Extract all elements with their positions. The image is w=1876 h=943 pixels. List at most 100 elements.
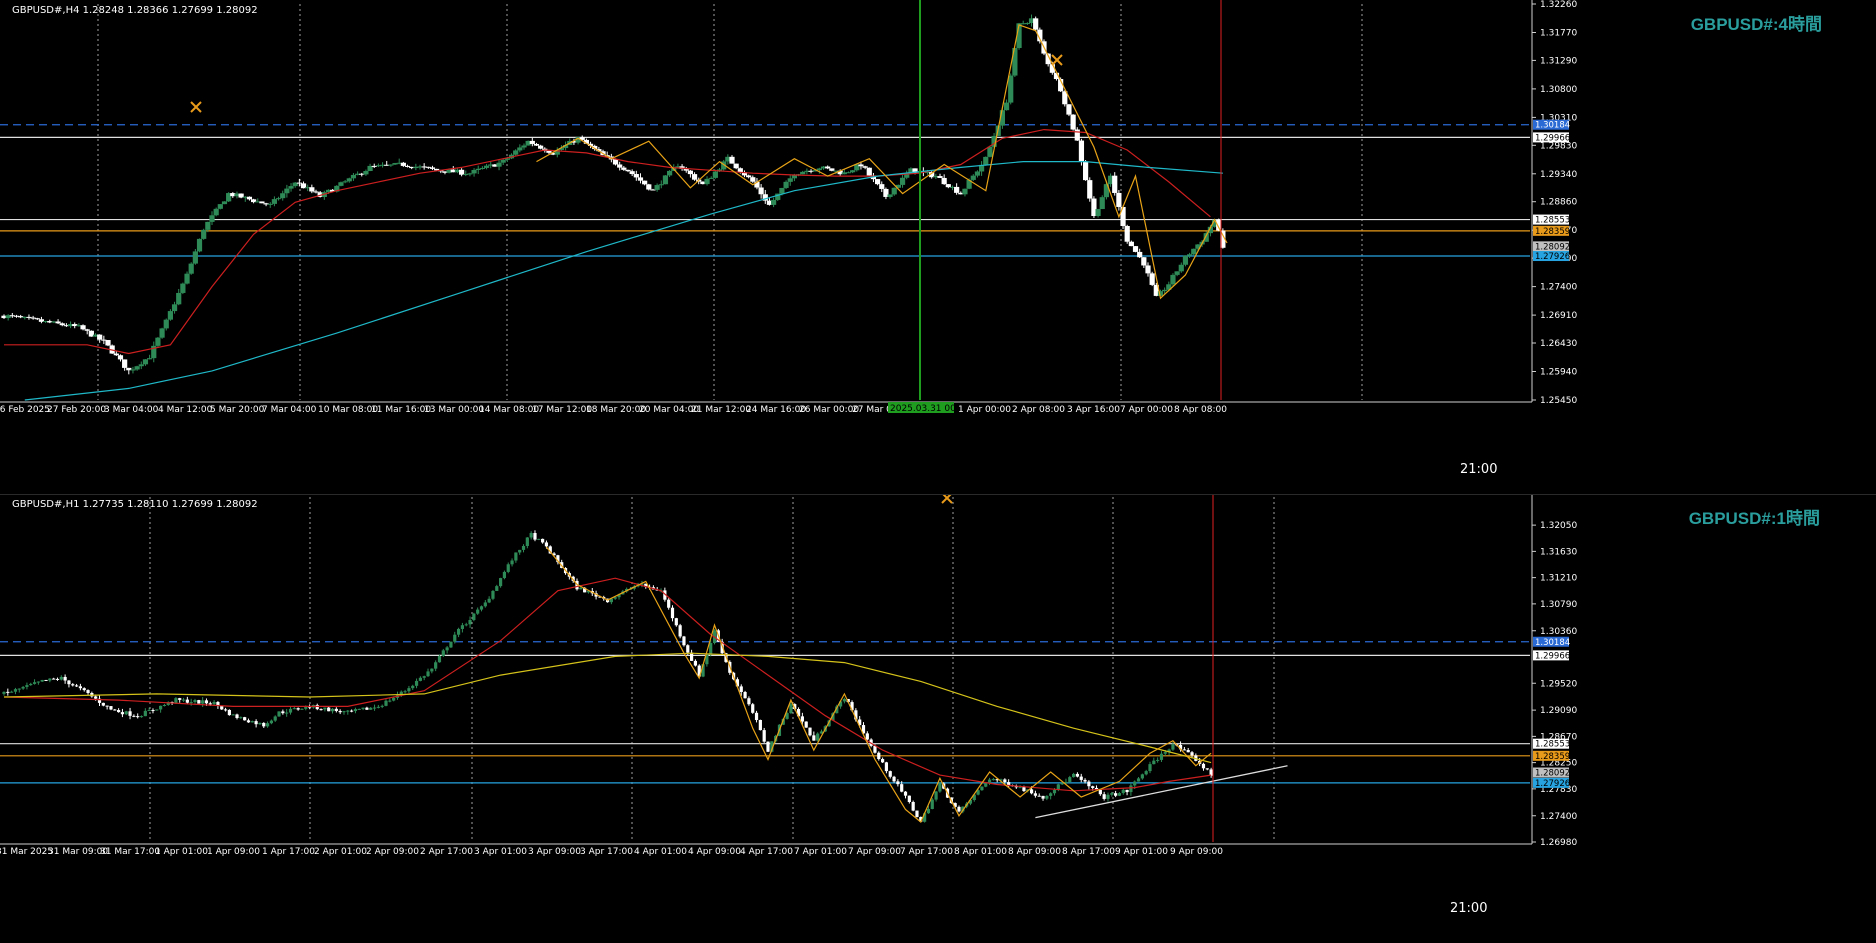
candle-body	[881, 759, 885, 763]
candle-body	[541, 538, 545, 543]
candle-body	[842, 698, 846, 702]
candle-body	[346, 710, 350, 712]
price-tick-label: 1.28860	[1540, 198, 1577, 208]
drawing-tool-icon	[190, 101, 202, 113]
price-tick-label: 1.31630	[1540, 547, 1577, 557]
time-tick-label: 9 Apr 09:00	[1170, 847, 1223, 857]
candle-body	[1162, 289, 1168, 292]
candle-body	[693, 660, 698, 666]
h4-chart[interactable]: 1.322601.317701.312901.308001.303101.298…	[0, 0, 1876, 494]
time-tick-label: 1 Apr 17:00	[262, 847, 315, 857]
candle-body	[441, 650, 445, 656]
candle-body	[281, 711, 285, 714]
candle-body	[1024, 23, 1030, 25]
candle-body	[546, 150, 552, 153]
candle-body	[97, 334, 103, 340]
candle-body	[538, 145, 544, 149]
price-axis: 1.32050 1.31630 1.31210 1.30790 1.30360 1.295…	[1532, 521, 1577, 848]
time-tick-label: 2 Apr 09:00	[366, 847, 419, 857]
candle-body	[658, 184, 664, 186]
candle-body	[338, 710, 342, 713]
time-tick-label: 14 Mar 08:00	[479, 405, 539, 415]
candle-body	[204, 700, 209, 704]
candle-body	[201, 229, 207, 239]
price-label-text: 1.30184	[1535, 121, 1570, 131]
candle-body	[34, 318, 40, 320]
time-tick-label: 24 Mar 16:00	[746, 405, 806, 415]
candle-body	[1074, 129, 1080, 141]
candle-body	[670, 607, 675, 619]
drawing-tool-icon[interactable]	[1051, 54, 1063, 66]
candle-body	[1008, 75, 1014, 103]
candle-body	[1171, 744, 1175, 750]
candle-body	[1033, 18, 1039, 30]
h4-chart-panel[interactable]: 1.32260 1.31770 1.31290 1.30800 1.30310 1.298…	[0, 0, 1876, 494]
candle-body	[159, 705, 163, 710]
time-tick-label: 9 Apr 01:00	[1115, 847, 1168, 857]
candle-body	[1003, 102, 1010, 111]
candle-body	[475, 168, 481, 171]
candle-body	[231, 714, 235, 716]
price-label-text: 1.28092	[1535, 242, 1570, 252]
candle-body	[476, 609, 480, 614]
candle-body	[404, 165, 411, 167]
candle-body	[771, 199, 777, 205]
time-tick-label: 7 Apr 01:00	[794, 847, 847, 857]
candle-body	[426, 671, 430, 677]
candle-body	[739, 686, 743, 692]
candle-body	[983, 156, 989, 165]
candle-body	[459, 169, 465, 175]
candle-body	[342, 181, 348, 183]
candle-body	[147, 710, 151, 712]
candle-body	[319, 709, 323, 711]
time-tick-label: 2 Apr 08:00	[1012, 405, 1065, 415]
candle-body	[808, 727, 812, 736]
drawing-tool-icon[interactable]	[190, 101, 202, 113]
moving-average-red	[4, 128, 1211, 355]
candle-body	[1078, 140, 1085, 162]
time-tick-label: 4 Mar 12:00	[158, 405, 213, 415]
candle-body	[1007, 782, 1011, 786]
candle-body	[309, 187, 315, 192]
candle-body	[1117, 793, 1122, 796]
price-label-text: 1.28092	[1535, 769, 1570, 779]
price-label-text: 1.27926	[1535, 779, 1570, 789]
candle-body	[258, 722, 262, 725]
candle-body	[212, 701, 216, 705]
grid-lines	[149, 497, 1275, 842]
price-tick-label: 1.31290	[1540, 56, 1577, 66]
candle-body	[1128, 241, 1134, 247]
price-label-text: 1.29966	[1535, 651, 1570, 661]
time-tick-label: 8 Apr 01:00	[954, 847, 1007, 857]
candle-body	[704, 178, 710, 185]
candle-body	[1144, 771, 1148, 775]
candle-body	[1070, 114, 1076, 130]
candle-body	[1087, 781, 1091, 787]
time-tick-label: 18 Mar 20:00	[586, 405, 646, 415]
candles	[2, 530, 1213, 823]
candle-body	[686, 645, 690, 653]
moving-average-yellow	[3, 652, 1212, 764]
cursor-time-label: 21:00	[1450, 901, 1487, 916]
candle-body	[791, 175, 797, 179]
candle-body	[163, 319, 169, 329]
drawing-tool-icon[interactable]	[941, 492, 953, 504]
h1-chart-panel[interactable]: 1.32050 1.31630 1.31210 1.30790 1.30360 1.295…	[0, 492, 1876, 939]
candle-body	[747, 698, 751, 705]
candle-body	[422, 676, 426, 678]
candle-body	[71, 684, 75, 686]
time-tick-label: 7 Mar 04:00	[262, 405, 317, 415]
time-tick-label: 1 Apr 01:00	[155, 847, 208, 857]
candle-body	[579, 587, 583, 590]
candle-body	[1174, 271, 1180, 275]
candle-body	[1106, 794, 1110, 799]
candle-body	[59, 676, 63, 680]
candle-body	[829, 168, 835, 171]
price-tick-label: 1.30360	[1540, 627, 1577, 637]
h1-chart[interactable]: 1.32050 1.31630 1.31210 1.30790 1.30360 1.295…	[0, 492, 1876, 939]
candle-body	[1145, 265, 1151, 274]
time-tick-label: 26 Mar 00:00	[799, 405, 859, 415]
candle-body	[280, 193, 286, 199]
candle-body	[709, 643, 713, 654]
timeframe-label: GBPUSD#:1時間	[1689, 508, 1820, 528]
